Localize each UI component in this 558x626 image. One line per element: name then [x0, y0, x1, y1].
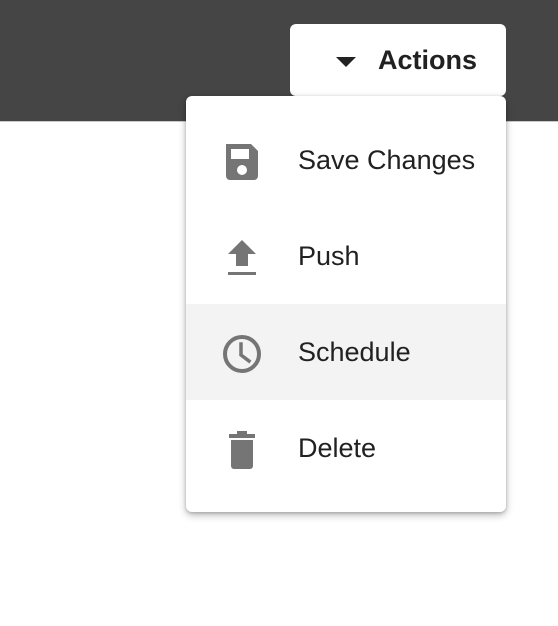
menu-item-schedule[interactable]: Schedule: [186, 304, 506, 400]
menu-item-label: Save Changes: [298, 145, 476, 175]
menu-item-push[interactable]: Push: [186, 208, 506, 304]
actions-dropdown-menu: Save Changes Push Schedule Delete: [186, 96, 506, 512]
actions-button-label[interactable]: Actions: [378, 42, 477, 78]
menu-item-label: Push: [298, 241, 360, 271]
menu-item-save-changes[interactable]: Save Changes: [186, 112, 506, 208]
menu-item-label: Schedule: [298, 337, 411, 367]
menu-item-label: Delete: [298, 433, 377, 463]
clock-icon: [220, 332, 264, 376]
trash-icon: [220, 428, 264, 472]
menu-item-delete[interactable]: Delete: [186, 400, 506, 496]
caret-down-icon[interactable]: [336, 57, 356, 67]
upload-icon: [220, 236, 264, 280]
save-icon: [220, 140, 264, 184]
